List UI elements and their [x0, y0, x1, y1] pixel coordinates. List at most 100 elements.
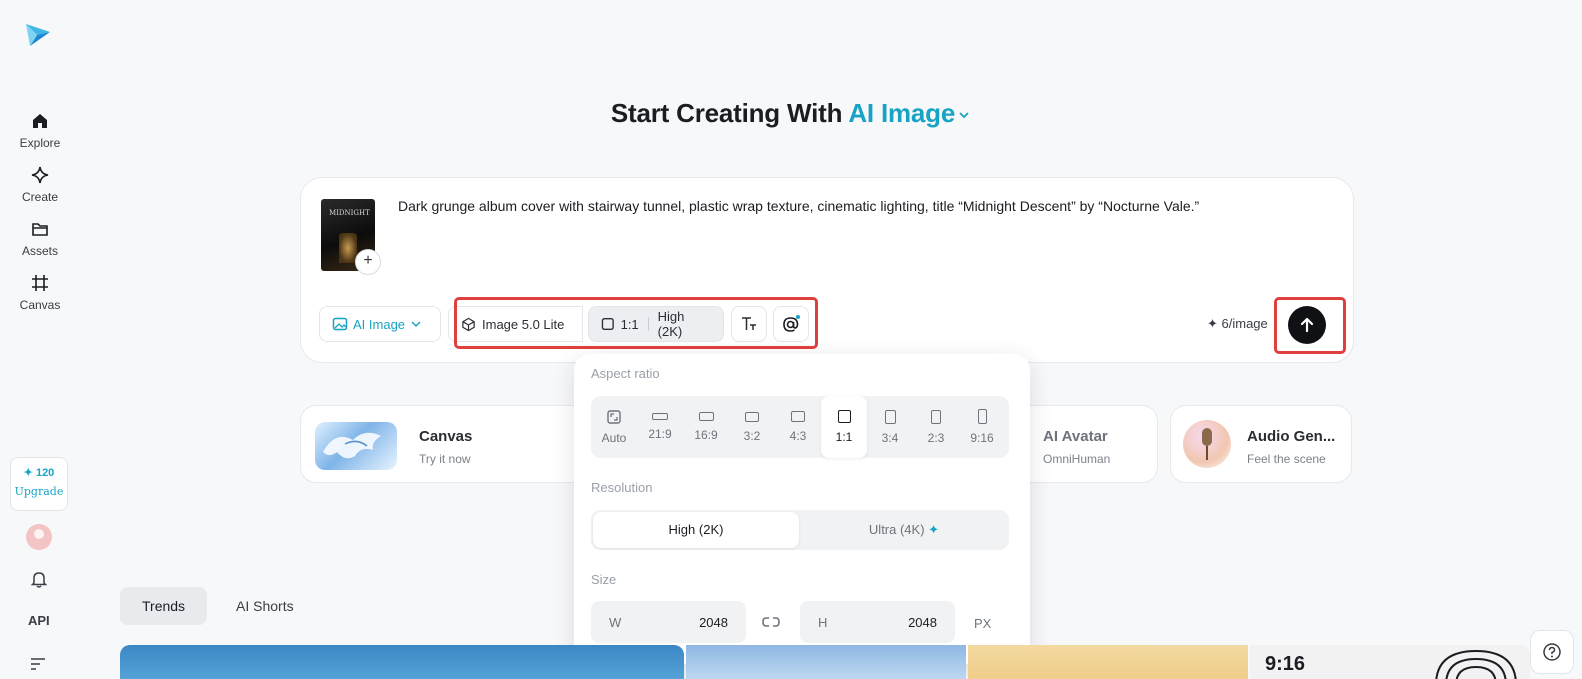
feature-card-audio-gen[interactable]: Audio Gen... Feel the scene — [1170, 405, 1352, 483]
feature-subtitle: Try it now — [419, 452, 471, 466]
ratio-label: 9:16 — [970, 431, 994, 445]
sidebar-item-label: Canvas — [19, 298, 61, 312]
title-prefix: Start Creating With — [610, 98, 843, 128]
pegasus-illustration — [323, 432, 381, 459]
text-style-button[interactable] — [731, 306, 767, 342]
arrow-up-icon — [1300, 317, 1314, 333]
sidebar-item-label: Create — [21, 190, 59, 204]
height-value: 2048 — [908, 614, 937, 630]
feature-card-canvas[interactable]: Canvas Try it now — [300, 405, 590, 483]
aspect-ratio-label: Aspect ratio — [591, 366, 660, 381]
ratio-settings-popup: Aspect ratio Auto 21:9 16:9 3:2 4:3 1:1 … — [574, 354, 1030, 664]
ratio-option-4-3[interactable]: 4:3 — [775, 396, 821, 458]
auto-ratio-icon — [607, 409, 621, 424]
ratio-quality-button[interactable]: 1:1 High (2K) — [588, 306, 724, 342]
audio-thumbnail — [1183, 420, 1231, 468]
ratio-label: 4:3 — [789, 429, 807, 443]
resolution-options: High (2K) Ultra (4K) ✦ — [591, 510, 1009, 550]
ratio-label: 3:4 — [881, 430, 899, 445]
cube-icon — [462, 317, 475, 331]
resolution-label: Resolution — [591, 480, 653, 495]
height-field[interactable]: H 2048 — [800, 601, 955, 643]
ratio-label: Auto — [601, 430, 627, 445]
tab-ai-shorts[interactable]: AI Shorts — [214, 587, 316, 625]
square-ratio-icon — [601, 317, 614, 331]
resolution-option-ultra[interactable]: Ultra (4K) ✦ — [801, 512, 1007, 548]
mode-label: AI Image — [353, 316, 406, 332]
gallery-ratio-label: 9:16 — [1265, 653, 1306, 675]
ratio-option-21-9[interactable]: 21:9 — [637, 396, 683, 458]
feature-title: AI Avatar — [1043, 428, 1108, 445]
add-reference-button[interactable]: + — [355, 249, 381, 275]
feature-title: Audio Gen... — [1247, 428, 1336, 445]
ratio-shape — [698, 412, 714, 421]
grid-frame-icon — [29, 272, 51, 294]
premium-sparkle-icon: ✦ — [928, 522, 940, 537]
sidebar-item-assets[interactable]: Assets — [10, 218, 70, 266]
feature-title: Canvas — [419, 428, 473, 445]
ratio-label: 21:9 — [648, 427, 672, 441]
credits-count: ✦ 120 — [23, 467, 55, 479]
avatar[interactable] — [26, 524, 52, 550]
width-field[interactable]: W 2048 — [591, 601, 746, 643]
ratio-shape — [745, 411, 759, 422]
ratio-option-auto[interactable]: Auto — [591, 396, 637, 458]
ratio-option-1-1[interactable]: 1:1 — [821, 396, 867, 458]
folder-icon — [29, 218, 51, 240]
sidebar-item-label: Assets — [21, 244, 58, 258]
ratio-label: 2:3 — [927, 430, 945, 445]
aspect-ratio-options: Auto 21:9 16:9 3:2 4:3 1:1 3:4 2:3 9:16 — [591, 396, 1009, 458]
sidebar-item-create[interactable]: Create — [10, 164, 70, 212]
link-ratio-icon[interactable] — [760, 611, 782, 633]
mode-selector[interactable]: AI Image — [848, 98, 971, 128]
model-label: Image 5.0 Lite — [482, 316, 565, 332]
help-button[interactable] — [1530, 630, 1574, 674]
sparkle-icon — [29, 164, 51, 186]
page-title: Start Creating With AI Image — [0, 98, 1582, 129]
image-icon — [332, 317, 348, 331]
ratio-option-9-16[interactable]: 9:16 — [959, 396, 1005, 458]
upgrade-button[interactable]: ✦ 120 Upgrade — [10, 457, 68, 511]
unit-label: PX — [974, 616, 992, 631]
divider — [647, 317, 649, 331]
resolution-label-high: High (2K) — [668, 522, 724, 537]
ratio-label: 3:2 — [743, 428, 761, 443]
canvas-thumbnail — [315, 422, 397, 470]
chevron-down-icon — [959, 112, 969, 119]
api-link[interactable]: API — [28, 613, 50, 628]
gallery-image[interactable] — [968, 645, 1248, 679]
ratio-option-2-3[interactable]: 2:3 — [913, 396, 959, 458]
ratio-shape — [977, 409, 987, 424]
ratio-shape — [837, 410, 851, 423]
gallery-image[interactable] — [120, 645, 684, 679]
ratio-option-3-4[interactable]: 3:4 — [867, 396, 913, 458]
send-button[interactable] — [1288, 306, 1326, 344]
sidebar-item-canvas[interactable]: Canvas — [10, 272, 70, 320]
width-value: 2048 — [699, 614, 728, 630]
resolution-option-high[interactable]: High (2K) — [593, 512, 799, 548]
logo-icon[interactable] — [24, 20, 52, 48]
ratio-shape — [791, 411, 805, 422]
gallery-image[interactable] — [686, 645, 966, 679]
feature-subtitle: OmniHuman — [1043, 452, 1111, 466]
ratio-option-3-2[interactable]: 3:2 — [729, 396, 775, 458]
ratio-label: 16:9 — [694, 428, 718, 442]
ai-image-mode-button[interactable]: AI Image — [319, 306, 441, 342]
cost-per-image: ✦ 6/image — [1207, 316, 1268, 331]
width-label: W — [609, 614, 622, 630]
height-label: H — [818, 614, 828, 630]
fingerprint-graphic — [1435, 649, 1517, 679]
feature-subtitle: Feel the scene — [1247, 452, 1326, 466]
prompt-input[interactable]: Dark grunge album cover with stairway tu… — [398, 196, 1328, 216]
upgrade-label: Upgrade — [14, 485, 64, 498]
bell-icon[interactable] — [28, 568, 50, 590]
model-selector-button[interactable]: Image 5.0 Lite — [448, 306, 583, 342]
at-sign-icon — [783, 315, 800, 332]
mention-button[interactable] — [773, 306, 809, 342]
tab-trends[interactable]: Trends — [120, 587, 208, 625]
microphone-icon — [1202, 428, 1212, 460]
sidebar-item-label: Explore — [19, 136, 61, 150]
ratio-option-16-9[interactable]: 16:9 — [683, 396, 729, 458]
menu-icon[interactable] — [30, 656, 46, 672]
chevron-down-icon — [411, 321, 421, 328]
